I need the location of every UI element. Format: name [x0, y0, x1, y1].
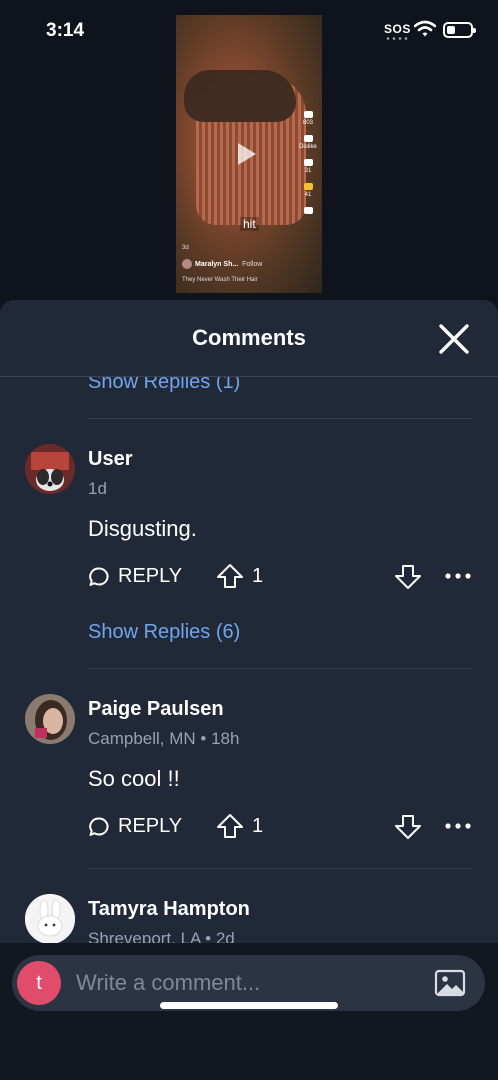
more-options-icon[interactable]: [445, 823, 471, 829]
reply-label: REPLY: [118, 565, 183, 587]
sheet-header: Comments: [0, 300, 498, 377]
comments-sheet: Comments Show Replies (1) User 1d Disgus…: [0, 300, 498, 1080]
user-avatar: t: [17, 961, 61, 1005]
video-like[interactable]: 803: [296, 111, 320, 126]
dislike-icon: [303, 135, 313, 142]
comment-divider: [88, 868, 472, 869]
comment-divider: [88, 418, 472, 419]
comment-author[interactable]: Paige Paulsen: [88, 698, 224, 721]
comment-meta: 1d: [88, 479, 107, 498]
comment-input[interactable]: Write a comment...: [76, 970, 260, 996]
comment-author[interactable]: Tamyra Hampton: [88, 898, 250, 921]
video-dislike-label: Dislike: [299, 144, 317, 150]
share-icon: [303, 207, 313, 214]
upvote-arrow-icon: [217, 564, 243, 588]
comment-meta: Campbell, MN • 18h: [88, 729, 240, 748]
downvote-arrow-icon[interactable]: [394, 814, 422, 840]
home-indicator[interactable]: [160, 1002, 338, 1009]
downvote-arrow-icon[interactable]: [394, 564, 422, 590]
more-options-icon[interactable]: [445, 573, 471, 579]
show-replies-link[interactable]: Show Replies (1): [88, 377, 240, 394]
comment-body: So cool !!: [88, 766, 180, 791]
comment-icon: [303, 159, 313, 166]
close-icon[interactable]: [437, 322, 471, 356]
show-replies-link[interactable]: Show Replies (6): [88, 621, 240, 644]
avatar[interactable]: [25, 694, 75, 744]
reply-button[interactable]: REPLY: [88, 815, 182, 838]
upvote-button[interactable]: 1: [216, 813, 263, 839]
video-action-rail: 803 Dislike 31 41: [296, 111, 320, 223]
video-preview[interactable]: hit 803 Dislike 31 41 3d Maralyn Sh... F…: [176, 15, 322, 293]
video-caption: hit: [240, 217, 259, 231]
comment-divider: [88, 668, 472, 669]
image-icon[interactable]: [434, 969, 466, 997]
upvote-arrow-icon: [217, 814, 243, 838]
video-title: They Never Wash Their Hair: [182, 277, 258, 283]
video-frame-hand: [184, 70, 296, 122]
comment-composer: t Write a comment...: [0, 943, 498, 1080]
author-avatar: [182, 259, 192, 269]
video-likes-count: 803: [302, 120, 313, 126]
play-icon[interactable]: [238, 143, 256, 165]
author-name: Maralyn Sh...: [195, 260, 239, 268]
video-age: 3d: [182, 245, 189, 251]
upvote-count: 1: [252, 814, 264, 837]
comments-list[interactable]: Show Replies (1) User 1d Disgusting. REP…: [0, 377, 498, 943]
video-share[interactable]: [296, 207, 320, 214]
reply-label: REPLY: [118, 815, 183, 837]
video-saves[interactable]: 41: [296, 183, 320, 198]
reply-button[interactable]: REPLY: [88, 565, 182, 588]
carrier-label: SOS: [384, 22, 411, 36]
signal-dots-icon: [386, 37, 408, 40]
comment-body: Disgusting.: [88, 516, 197, 541]
wifi-icon: [414, 20, 436, 37]
sheet-title: Comments: [192, 325, 306, 350]
video-comments-count: 31: [304, 168, 312, 174]
bunny-avatar-icon: [25, 894, 75, 943]
upvote-count: 1: [252, 564, 264, 587]
comment-author[interactable]: User: [88, 448, 132, 471]
upvote-button[interactable]: 1: [216, 563, 263, 589]
follow-button[interactable]: Follow: [242, 261, 262, 268]
bookmark-icon: [303, 183, 313, 190]
dog-avatar-icon: [25, 444, 75, 494]
speech-bubble-icon: [89, 566, 109, 586]
video-comments[interactable]: 31: [296, 159, 320, 174]
comment-meta: Shreveport, LA • 2d: [88, 929, 235, 943]
like-icon: [303, 111, 313, 118]
video-dislike[interactable]: Dislike: [296, 135, 320, 150]
status-time: 3:14: [46, 20, 85, 41]
video-saves-count: 41: [304, 192, 312, 198]
speech-bubble-icon: [89, 816, 109, 836]
avatar[interactable]: [25, 444, 75, 494]
video-author[interactable]: Maralyn Sh... Follow: [182, 259, 262, 269]
avatar[interactable]: [25, 894, 75, 943]
battery-icon: [443, 22, 476, 38]
person-avatar-icon: [25, 694, 75, 744]
